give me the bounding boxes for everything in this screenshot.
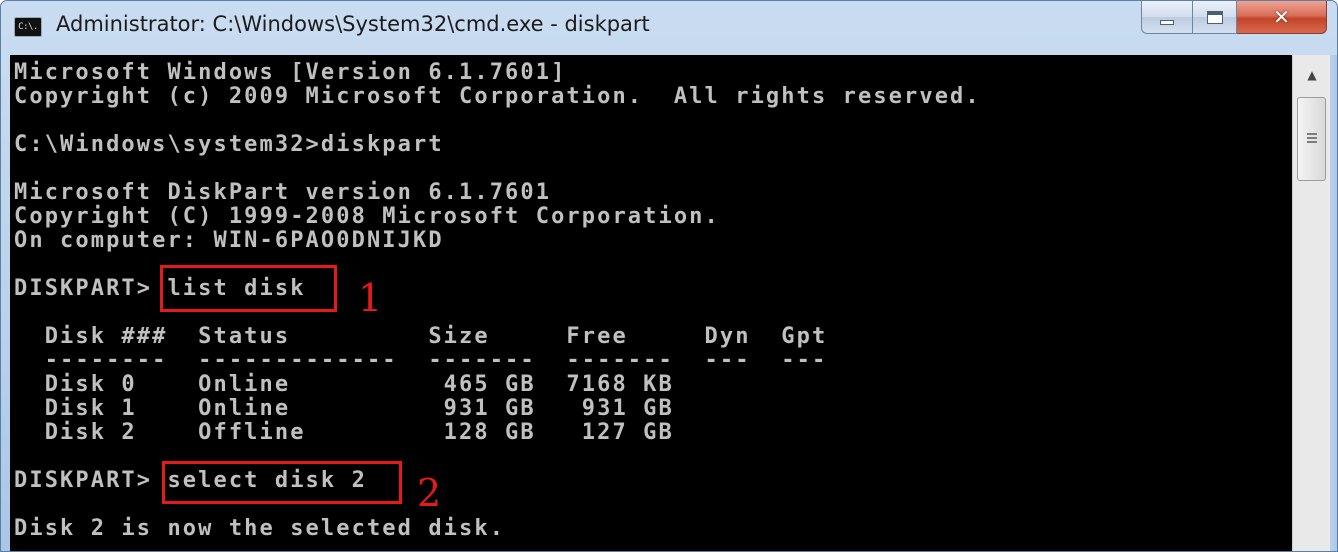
disk-table-row: Disk 1 Online 931 GB 931 GB (14, 396, 674, 421)
annotation-step-2: 2 (417, 471, 442, 515)
close-button[interactable]: ✕ (1237, 1, 1327, 34)
annotation-step-1: 1 (358, 276, 383, 320)
console-line: Microsoft Windows [Version 6.1.7601] (14, 60, 567, 85)
scroll-up-arrow-icon[interactable]: ▲ (1297, 59, 1327, 91)
maximize-icon (1206, 10, 1223, 24)
disk-table-row: Disk 2 Offline 128 GB 127 GB (14, 420, 674, 445)
scroll-thumb[interactable] (1297, 97, 1326, 181)
disk-table-header: Disk ### Status Size Free Dyn Gpt (14, 324, 828, 349)
title-bar[interactable]: C:\. Administrator: C:\Windows\System32\… (1, 1, 1337, 55)
window-frame-edge (1330, 55, 1337, 551)
minimize-icon (1160, 19, 1174, 25)
cmd-console-icon[interactable]: C:\. (14, 17, 42, 37)
disk-table-separator: -------- ------------- ------- ------- -… (14, 348, 828, 373)
console-line: Microsoft DiskPart version 6.1.7601 (14, 180, 552, 205)
highlight-box-list-disk (160, 265, 337, 312)
console-line: C:\Windows\system32>diskpart (14, 132, 444, 157)
close-icon: ✕ (1273, 5, 1290, 29)
disk-table-row: Disk 0 Online 465 GB 7168 KB (14, 372, 674, 397)
window-title: Administrator: C:\Windows\System32\cmd.e… (56, 12, 650, 36)
console-line: Disk 2 is now the selected disk. (14, 516, 506, 541)
cmd-window: C:\. Administrator: C:\Windows\System32\… (0, 0, 1338, 552)
console-line: On computer: WIN-6PAO0DNIJKD (14, 228, 444, 253)
caption-buttons: ✕ (1141, 1, 1327, 34)
scroll-grip-icon (1306, 133, 1317, 145)
vertical-scrollbar[interactable]: ▲ (1292, 55, 1330, 551)
minimize-button[interactable] (1141, 1, 1193, 34)
highlight-box-select-disk (162, 461, 402, 504)
console-line: Copyright (C) 1999-2008 Microsoft Corpor… (14, 204, 720, 229)
console-output[interactable]: Microsoft Windows [Version 6.1.7601] Cop… (10, 55, 1292, 551)
maximize-button[interactable] (1193, 1, 1237, 34)
console-line: Copyright (c) 2009 Microsoft Corporation… (14, 84, 981, 109)
